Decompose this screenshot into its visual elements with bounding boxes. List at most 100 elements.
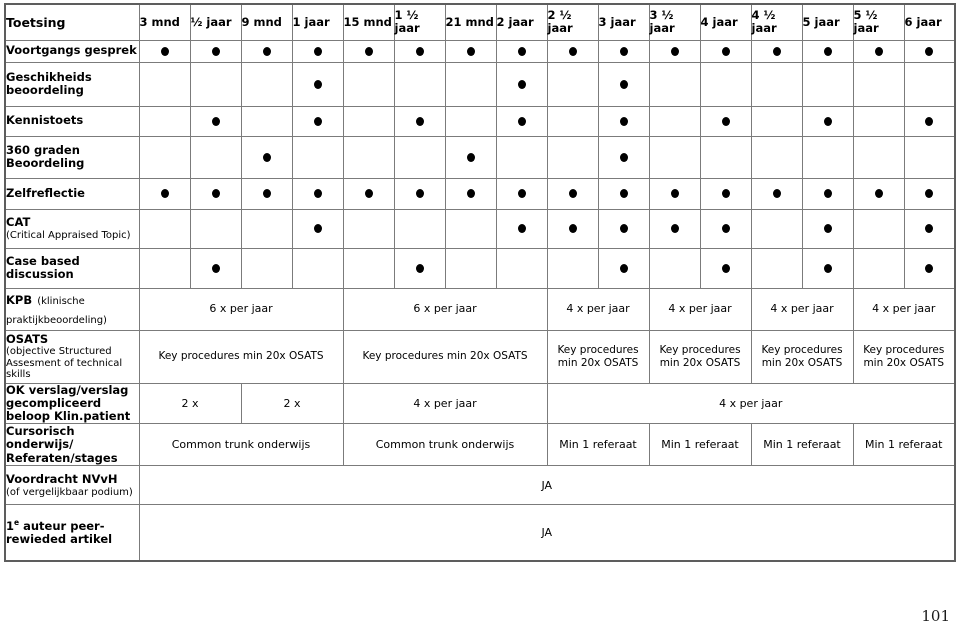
cell-zelfreflectie-6 — [444, 177, 497, 210]
cell-cursorisch-onderwijs-span-3: Min 1 referaat — [648, 423, 752, 467]
cell-case-based-discussion-3 — [291, 247, 344, 289]
dot-marker — [619, 46, 628, 56]
dot-marker — [415, 46, 424, 56]
cell-kennistoets-13 — [801, 105, 854, 137]
table-row: OSATS (objective Structured Assesment of… — [4, 329, 956, 384]
column-header-6-jaar: 6 jaar — [903, 3, 956, 41]
row-label-text: OSATS — [6, 332, 49, 347]
dot-marker — [619, 79, 628, 89]
cell-360-graden-beoordeling-14 — [852, 135, 905, 179]
cell-cat-7 — [495, 208, 548, 249]
cell-360-graden-beoordeling-4 — [342, 135, 395, 179]
cell-kpb-span-5: 4 x per jaar — [852, 287, 956, 331]
schema-sheet: Toetsing 3 mnd ½ jaar 9 mnd 1 jaar 15 mn… — [4, 3, 956, 562]
row-label-text: Cursorisch onderwijs/ Referaten/stages — [6, 423, 118, 465]
cell-cat-6 — [444, 208, 497, 249]
cell-cursorisch-onderwijs-span-0: Common trunk onderwijs — [138, 423, 344, 467]
cell-kennistoets-3 — [291, 105, 344, 137]
cell-voortgangs-gesprek-9 — [597, 39, 650, 63]
cell-case-based-discussion-8 — [546, 247, 599, 289]
cell-360-graden-beoordeling-7 — [495, 135, 548, 179]
cell-geschikheids-beoordeling-1 — [189, 61, 242, 107]
cell-case-based-discussion-1 — [189, 247, 242, 289]
dot-marker — [823, 263, 832, 273]
dot-marker — [925, 189, 934, 198]
cell-zelfreflectie-11 — [699, 177, 752, 210]
dot-marker — [619, 152, 628, 162]
column-header-4-5-jaar: 4 ½ jaar — [750, 3, 803, 41]
cell-kpb-span-3: 4 x per jaar — [648, 287, 752, 331]
cell-voortgangs-gesprek-0 — [138, 39, 191, 63]
row-label-subtext: (of vergelijkbaar podium) — [6, 486, 133, 498]
cell-360-graden-beoordeling-2 — [240, 135, 293, 179]
cell-cat-8 — [546, 208, 599, 249]
dot-marker — [211, 263, 220, 273]
cell-cat-13 — [801, 208, 854, 249]
cell-kpb-span-4: 4 x per jaar — [750, 287, 854, 331]
cell-voortgangs-gesprek-7 — [495, 39, 548, 63]
cell-zelfreflectie-1 — [189, 177, 242, 210]
dot-marker — [517, 189, 526, 198]
toetsing-table: Toetsing 3 mnd ½ jaar 9 mnd 1 jaar 15 mn… — [4, 3, 956, 562]
column-header-3-jaar: 3 jaar — [597, 3, 650, 41]
row-label-text: Case based discussion — [6, 253, 80, 281]
row-label-kpb: KPB (klinische praktijkbeoordeling) — [4, 287, 140, 331]
cell-voortgangs-gesprek-13 — [801, 39, 854, 63]
dot-marker — [721, 46, 730, 56]
cell-zelfreflectie-7 — [495, 177, 548, 210]
dot-marker — [160, 189, 169, 198]
row-label-text: Zelfreflectie — [6, 185, 85, 200]
dot-marker — [211, 46, 220, 56]
cell-cat-15 — [903, 208, 956, 249]
cell-cat-3 — [291, 208, 344, 249]
dot-marker — [313, 46, 322, 56]
row-label-zelfreflectie: Zelfreflectie — [4, 177, 140, 210]
cell-eerste-auteur-artikel-span-0: JA — [138, 504, 956, 562]
column-header-3-5-jaar: 3 ½ jaar — [648, 3, 701, 41]
cell-360-graden-beoordeling-10 — [648, 135, 701, 179]
cell-geschikheids-beoordeling-6 — [444, 61, 497, 107]
row-label-osats: OSATS (objective Structured Assesment of… — [4, 329, 140, 384]
row-label-voordracht-nvvh: Voordracht NVvH (of vergelijkbaar podium… — [4, 465, 140, 506]
dot-marker — [211, 116, 220, 126]
dot-marker — [823, 224, 832, 233]
dot-marker — [262, 152, 271, 162]
cell-kennistoets-9 — [597, 105, 650, 137]
cell-kennistoets-5 — [393, 105, 446, 137]
cell-360-graden-beoordeling-3 — [291, 135, 344, 179]
cell-cursorisch-onderwijs-span-1: Common trunk onderwijs — [342, 423, 548, 467]
dot-marker — [517, 116, 526, 126]
cell-case-based-discussion-13 — [801, 247, 854, 289]
cell-geschikheids-beoordeling-0 — [138, 61, 191, 107]
cell-voortgangs-gesprek-3 — [291, 39, 344, 63]
cell-zelfreflectie-10 — [648, 177, 701, 210]
cell-kennistoets-14 — [852, 105, 905, 137]
column-header-3-mnd: 3 mnd — [138, 3, 191, 41]
cell-case-based-discussion-11 — [699, 247, 752, 289]
dot-marker — [466, 189, 475, 198]
cell-360-graden-beoordeling-0 — [138, 135, 191, 179]
cell-voortgangs-gesprek-1 — [189, 39, 242, 63]
dot-marker — [415, 263, 424, 273]
dot-marker — [364, 46, 373, 56]
cell-zelfreflectie-14 — [852, 177, 905, 210]
cell-360-graden-beoordeling-6 — [444, 135, 497, 179]
cell-voortgangs-gesprek-4 — [342, 39, 395, 63]
table-row: CAT (Critical Appraised Topic) — [4, 208, 956, 249]
dot-marker — [925, 116, 934, 126]
row-label-prefix: 1 — [6, 518, 15, 533]
cell-geschikheids-beoordeling-15 — [903, 61, 956, 107]
cell-ok-verslag-span-0: 2 x — [138, 382, 242, 425]
cell-kennistoets-15 — [903, 105, 956, 137]
cell-geschikheids-beoordeling-7 — [495, 61, 548, 107]
table-row: 360 graden Beoordeling — [4, 135, 956, 179]
column-header-2-jaar: 2 jaar — [495, 3, 548, 41]
dot-marker — [721, 224, 730, 233]
dot-marker — [823, 189, 832, 198]
cell-geschikheids-beoordeling-11 — [699, 61, 752, 107]
dot-marker — [670, 189, 679, 198]
cell-voortgangs-gesprek-5 — [393, 39, 446, 63]
cell-osats-span-0: Key procedures min 20x OSATS — [138, 329, 344, 384]
dot-marker — [211, 189, 220, 198]
cell-voortgangs-gesprek-8 — [546, 39, 599, 63]
